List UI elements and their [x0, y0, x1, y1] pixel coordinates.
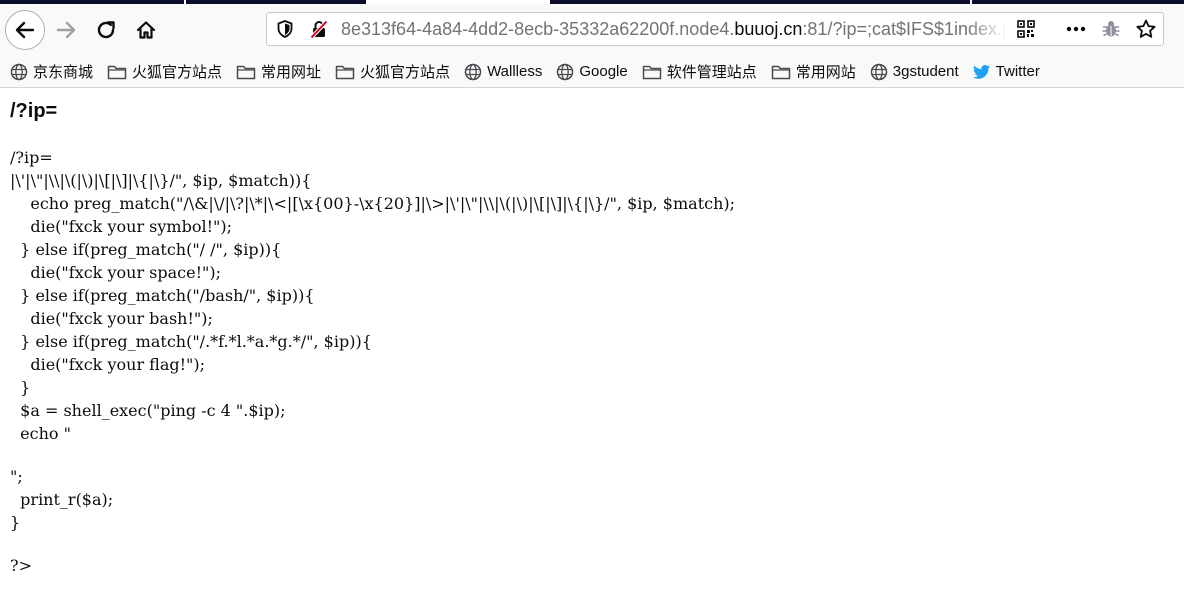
bookmark-label: 常用网址: [261, 64, 322, 81]
insecure-lock-icon[interactable]: [309, 19, 329, 39]
reload-icon: [97, 21, 115, 39]
bookmark-item[interactable]: Twitter: [972, 63, 1040, 80]
bookmark-item[interactable]: 京东商城: [10, 61, 93, 82]
code-line: die("fxck your symbol!");: [10, 217, 233, 236]
folder-icon: [771, 63, 796, 81]
bookmark-label: Twitter: [995, 63, 1040, 80]
folder-icon: [642, 63, 667, 81]
code-line: $a = shell_exec("ping -c 4 ".$ip);: [10, 401, 286, 420]
reload-button[interactable]: [88, 12, 124, 48]
folder-icon: [236, 63, 261, 81]
code-line: echo ": [10, 424, 71, 443]
forward-arrow-icon: [56, 21, 76, 39]
page-heading: /?ip=: [10, 100, 58, 122]
folder-icon: [335, 63, 360, 81]
globe-icon: [556, 63, 579, 81]
code-line: ";: [10, 467, 23, 486]
folder-icon: [107, 63, 132, 81]
code-line: |\'|\"|\\|\(|\)|\[|\]|\{|\}/", $ip, $mat…: [10, 171, 312, 190]
home-button[interactable]: [128, 12, 164, 48]
bookmark-item[interactable]: Wallless: [464, 63, 542, 81]
address-bar[interactable]: 8e313f64-4a84-4dd2-8ecb-35332a62200f.nod…: [266, 12, 1164, 46]
code-line: } else if(preg_match("/bash/", $ip)){: [10, 286, 315, 305]
source-code-block: /?ip= |\'|\"|\\|\(|\)|\[|\]|\{|\}/", $ip,…: [10, 146, 735, 577]
bookmark-label: 火狐官方站点: [132, 64, 223, 81]
globe-icon: [870, 63, 893, 81]
code-line: /?ip=: [10, 148, 53, 167]
back-arrow-icon: [15, 21, 35, 39]
twitter-bird-icon: [972, 64, 996, 80]
bookmark-item[interactable]: 常用网站: [771, 61, 856, 82]
code-line: die("fxck your space!");: [10, 263, 222, 282]
tracking-protection-shield-icon[interactable]: [275, 19, 295, 39]
bookmark-label: 京东商城: [33, 64, 94, 81]
back-button[interactable]: [5, 10, 45, 50]
code-line: ?>: [10, 556, 32, 575]
bookmark-label: Wallless: [487, 63, 543, 80]
code-line: }: [10, 513, 21, 532]
code-line: print_r($a);: [10, 490, 114, 509]
page-actions-more-icon[interactable]: [1065, 19, 1087, 39]
code-line: }: [10, 378, 31, 397]
url-fade-overlay: [967, 15, 1007, 43]
url-domain: buuoj.cn: [734, 19, 803, 39]
code-line: die("fxck your flag!");: [10, 355, 206, 374]
code-line: echo preg_match("/\&|\/|\?|\*|\<|[\x{00}…: [10, 194, 736, 213]
qr-code-icon[interactable]: [1017, 20, 1035, 38]
code-line: } else if(preg_match("/.*f.*l.*a.*g.*/",…: [10, 332, 372, 351]
bug-extension-icon[interactable]: [1101, 19, 1121, 39]
globe-icon: [10, 63, 33, 81]
url-text[interactable]: 8e313f64-4a84-4dd2-8ecb-35332a62200f.nod…: [341, 13, 1005, 45]
code-line: die("fxck your bash!");: [10, 309, 213, 328]
code-line: } else if(preg_match("/ /", $ip)){: [10, 240, 282, 259]
navigation-toolbar: 8e313f64-4a84-4dd2-8ecb-35332a62200f.nod…: [0, 4, 1184, 56]
bookmark-label: Google: [579, 63, 628, 80]
bookmark-label: 3gstudent: [892, 63, 959, 80]
bookmark-label: 火狐官方站点: [360, 64, 451, 81]
bookmark-item[interactable]: 3gstudent: [870, 63, 959, 81]
url-host-prefix: 8e313f64-4a84-4dd2-8ecb-35332a62200f.nod…: [341, 19, 735, 39]
bookmark-star-icon[interactable]: [1135, 18, 1157, 40]
home-icon: [136, 21, 156, 39]
bookmarks-toolbar: 京东商城 火狐官方站点 常用网址 火狐官方站点 Wallless Google 软件管理站点…: [0, 56, 1184, 88]
bookmark-item[interactable]: 软件管理站点: [642, 61, 757, 82]
bookmark-item[interactable]: 常用网址: [236, 61, 321, 82]
bookmark-item[interactable]: 火狐官方站点: [107, 61, 222, 82]
globe-icon: [464, 63, 487, 81]
bookmark-label: 常用网站: [795, 64, 856, 81]
bookmark-item[interactable]: Google: [556, 63, 628, 81]
bookmark-label: 软件管理站点: [666, 64, 757, 81]
forward-button[interactable]: [48, 12, 84, 48]
bookmark-item[interactable]: 火狐官方站点: [335, 61, 450, 82]
